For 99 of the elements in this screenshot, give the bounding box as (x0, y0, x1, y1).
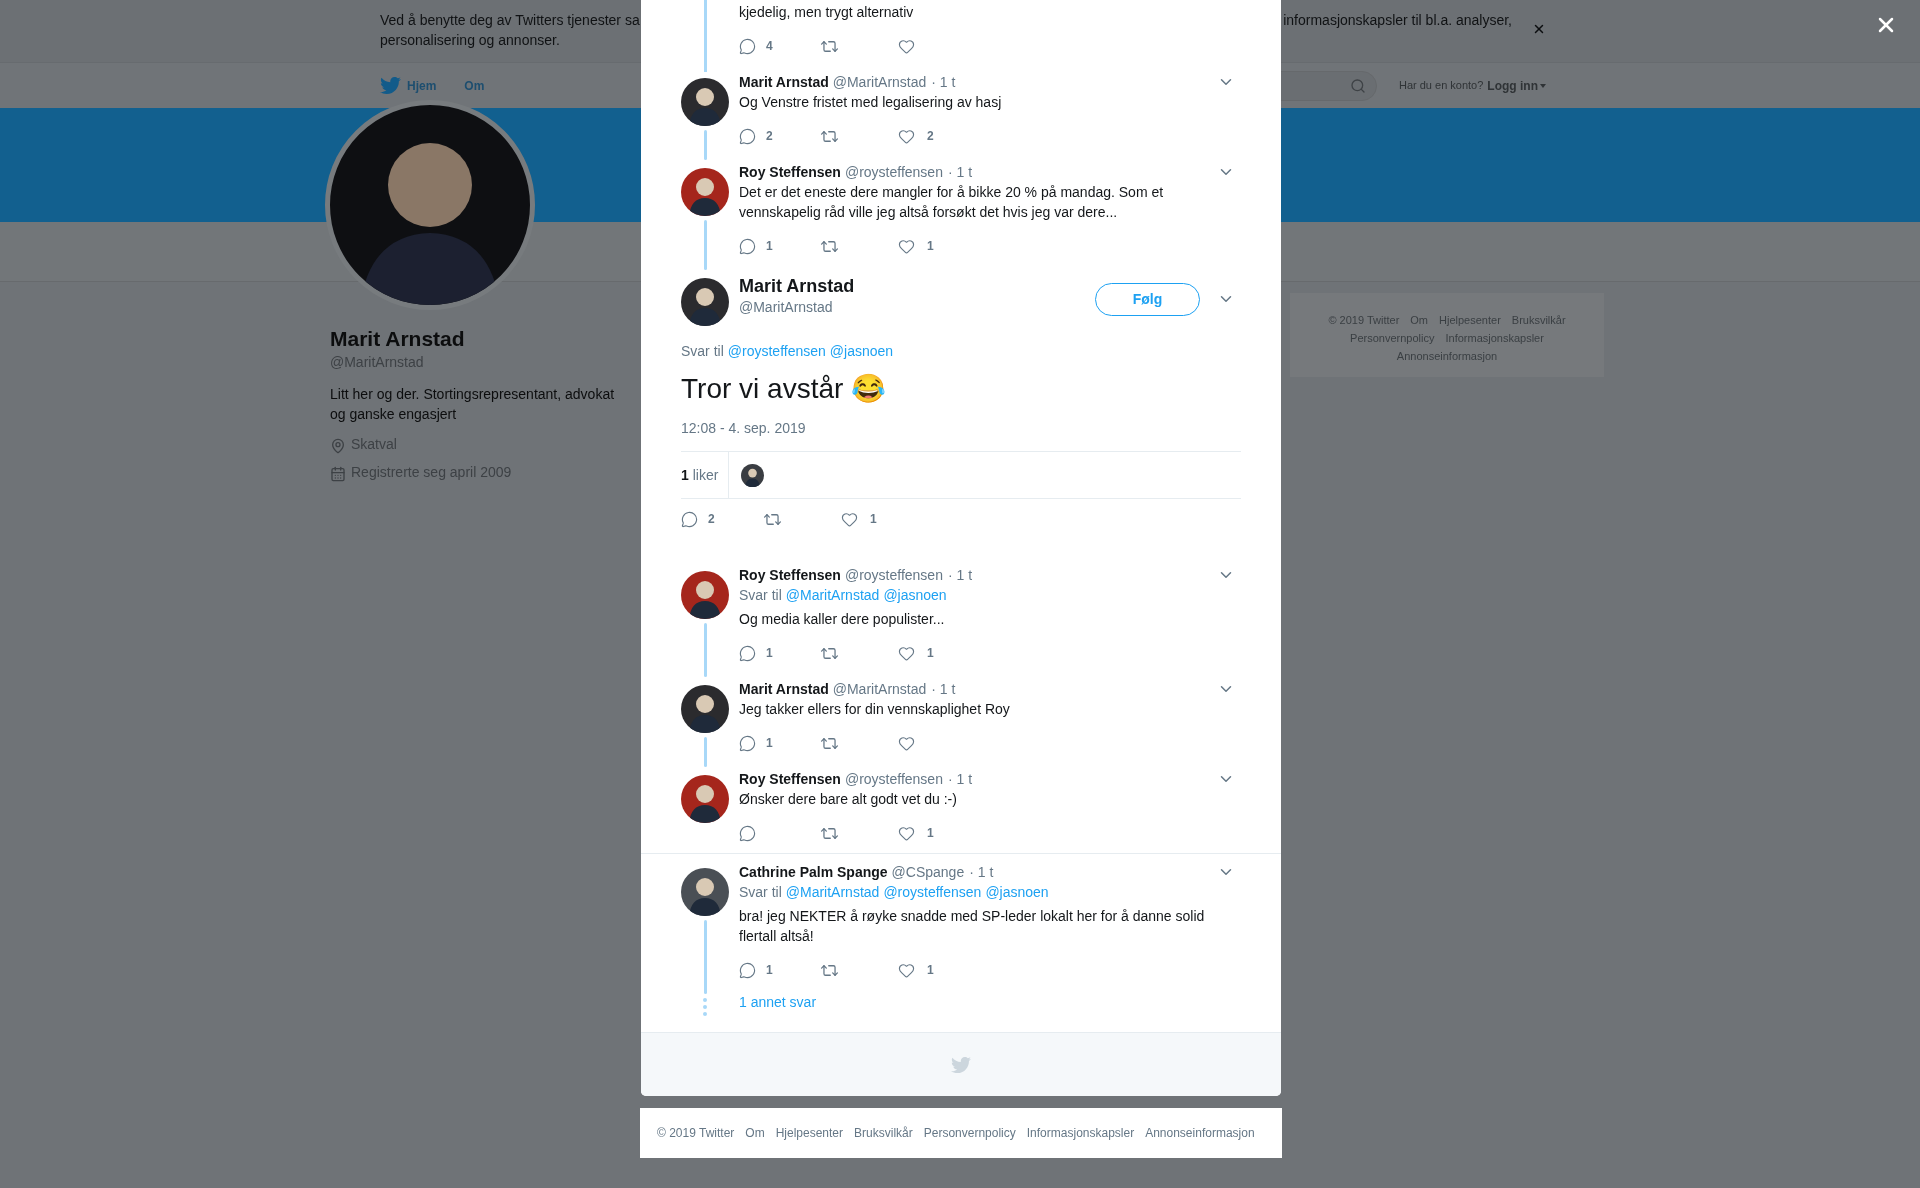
like-button[interactable]: 1 (841, 510, 877, 528)
footer-link[interactable]: Bruksvilkår (854, 1124, 913, 1142)
reply-label: Svar til (739, 883, 782, 902)
heart-icon (898, 37, 915, 55)
tweet-text: bra! jeg NEKTER å røyke snadde med SP-leder lokalt her for å danne solid flertall altså! (739, 907, 1206, 946)
mention-link[interactable]: @MaritArnstad (785, 585, 880, 605)
reply-icon (681, 510, 698, 528)
tweet-time[interactable]: · 1 t (969, 861, 994, 883)
reply-button[interactable]: 1 (739, 644, 820, 662)
heart-icon (841, 510, 858, 528)
tweet-text: kjedelig, men trygt alternativ (739, 3, 915, 22)
reply-button[interactable]: 4 (739, 37, 820, 55)
reply-icon (739, 37, 756, 55)
copyright-text: © 2019 Twitter (1328, 313, 1400, 328)
tweet-time[interactable]: · 1 t (931, 678, 956, 700)
reply-button[interactable]: 2 (739, 127, 820, 145)
footer-link[interactable]: Informasjonskapsler (1445, 329, 1544, 347)
tweet-text: Ønsker dere bare alt godt vet du :-) (739, 790, 958, 809)
reply-button[interactable]: 2 (681, 510, 763, 528)
like-button[interactable]: 1 (898, 237, 934, 255)
avatar (741, 463, 765, 487)
heart-icon (898, 644, 915, 662)
heart-icon (898, 961, 915, 979)
reply-icon (739, 734, 756, 752)
author-handle: @MaritArnstad (832, 72, 927, 92)
reply-label: Svar til (681, 342, 724, 361)
tweet-text: Og Venstre fristet med legalisering av hasj (739, 93, 1003, 112)
account-prompt: Har du en konto? (1398, 78, 1484, 94)
mention-link[interactable]: @MaritArnstad (785, 882, 880, 902)
tweet-text: Det er det eneste dere mangler for å bikke 20 % på mandag. Som et vennskapelig råd ville jeg altså forsøkt det hvis jeg var dere... (739, 183, 1165, 222)
reply-icon (739, 824, 756, 842)
heart-icon (898, 127, 915, 145)
tweet-date: 12:08 - 4. sep. 2019 (681, 419, 807, 438)
mention-link[interactable]: @roysteffensen (883, 882, 982, 902)
reply-icon (739, 644, 756, 662)
author-handle: @roysteffensen (844, 769, 943, 789)
footer-link[interactable]: Annonseinformasjon (1145, 1124, 1255, 1142)
calendar-icon (330, 466, 346, 482)
like-button[interactable] (898, 734, 915, 752)
reply-button[interactable]: 1 (739, 237, 820, 255)
author-name[interactable]: Cathrine Palm Spange (739, 861, 888, 883)
heart-icon (898, 237, 915, 255)
location-icon (330, 438, 346, 454)
cookie-notice-text: Ved å benytte deg av Twitters tjenester sa personalisering og annonser. (380, 11, 641, 50)
author-handle: @roysteffensen (844, 162, 943, 182)
tweet-text: Tror vi avstår 😂 (681, 372, 888, 406)
author-name[interactable]: Marit Arnstad (739, 275, 855, 297)
author-handle: @MaritArnstad (832, 679, 927, 699)
author-name[interactable]: Roy Steffensen (739, 564, 841, 586)
footer-link[interactable]: Om (745, 1124, 765, 1142)
close-icon[interactable] (1532, 22, 1546, 36)
login-link[interactable]: Logg inn (1487, 76, 1546, 95)
author-name[interactable]: Roy Steffensen (739, 161, 841, 183)
like-button[interactable]: 1 (898, 644, 934, 662)
copyright-text: © 2019 Twitter (657, 1125, 735, 1142)
like-button[interactable]: 1 (898, 824, 934, 842)
author-name[interactable]: Marit Arnstad (739, 678, 829, 700)
reply-button[interactable]: 1 (739, 734, 820, 752)
mention-link[interactable]: @jasnoen (985, 882, 1049, 902)
footer-link[interactable]: Bruksvilkår (1511, 311, 1566, 329)
tweet-text: Og media kaller dere populister... (739, 610, 946, 629)
reply-icon (739, 961, 756, 979)
heart-icon (898, 734, 915, 752)
like-button[interactable]: 1 (898, 961, 934, 979)
tweet-time[interactable]: · 1 t (947, 161, 973, 183)
mention-link[interactable]: @jasnoen (883, 585, 947, 605)
like-count[interactable]: 1 liker (681, 452, 730, 498)
heart-icon (898, 824, 915, 842)
footer-link[interactable]: Hjelpesenter (775, 1124, 844, 1142)
author-name[interactable]: Roy Steffensen (739, 768, 841, 790)
author-name[interactable]: Marit Arnstad (739, 71, 829, 93)
footer-link[interactable]: Personvernpolicy (923, 1124, 1016, 1142)
like-button[interactable]: 2 (898, 127, 934, 145)
more-replies-link[interactable]: 1 annet svar (739, 992, 817, 1016)
cookie-notice-text: informasjonskapsler til bl.a. analyser, (1283, 11, 1512, 30)
tweet-time[interactable]: · 1 t (947, 768, 973, 790)
tweet-text: Jeg takker ellers for din vennskaplighet Roy (739, 700, 1011, 719)
footer-link[interactable]: Om (1410, 311, 1429, 329)
author-handle: @roysteffensen (844, 565, 943, 585)
bird-icon (951, 1054, 971, 1075)
footer-link[interactable]: Personvernpolicy (1350, 329, 1435, 347)
search-icon (1349, 77, 1366, 94)
profile-bio: Litt her og der. Stortingsrepresentant, advokat og ganske engasjert (330, 385, 616, 424)
bird-icon (380, 75, 401, 96)
tweet-time[interactable]: · 1 t (931, 71, 956, 93)
mention-link[interactable]: @jasnoen (829, 341, 894, 361)
footer-link[interactable]: Annonseinformasjon (1396, 347, 1498, 365)
tweet-time[interactable]: · 1 t (947, 564, 973, 586)
reply-button[interactable]: 1 (739, 961, 820, 979)
reply-icon (739, 237, 756, 255)
like-button[interactable] (898, 37, 915, 55)
author-handle: @CSpange (891, 862, 965, 882)
footer-link[interactable]: Hjelpesenter (1439, 311, 1501, 329)
reply-icon (739, 127, 756, 145)
author-handle: @MaritArnstad (739, 298, 834, 317)
profile-name: Marit Arnstad (330, 326, 466, 352)
mention-link[interactable]: @roysteffensen (727, 341, 826, 361)
reply-label: Svar til (739, 586, 782, 605)
footer-link[interactable]: Informasjonskapsler (1026, 1124, 1135, 1142)
